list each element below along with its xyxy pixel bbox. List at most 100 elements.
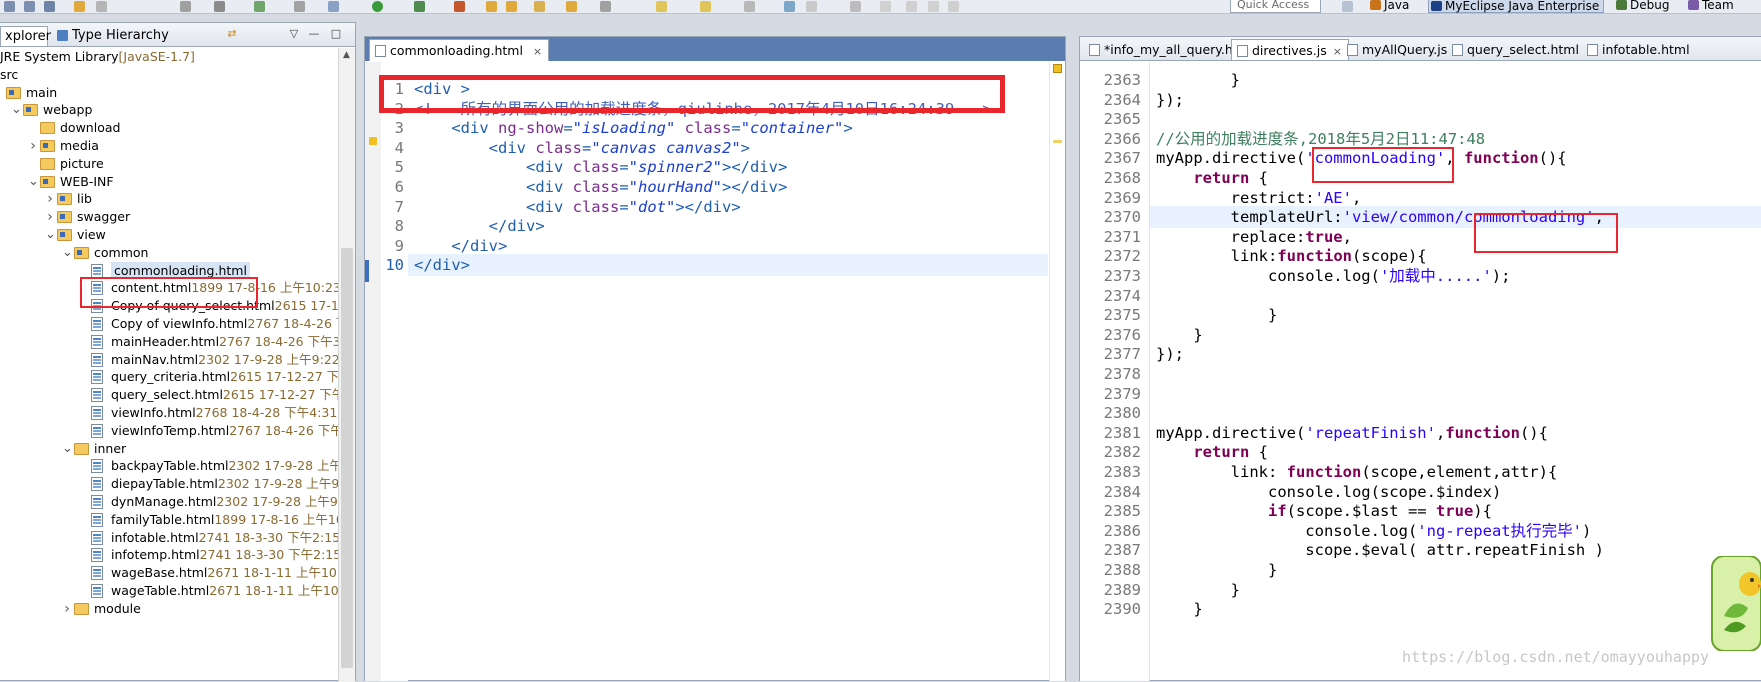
perspective-label: Team Syn [1702, 0, 1734, 13]
code-token: 'repeatFinish' [1305, 423, 1436, 442]
source-folder-icon [57, 229, 72, 241]
tab-commonloading-html[interactable]: commonloading.html × [369, 39, 550, 61]
html-file-icon [91, 388, 103, 403]
tree-scrollbar-thumb[interactable] [341, 248, 353, 668]
code-token: 'ng-repeat执行完毕' [1417, 521, 1582, 540]
collapsed-chevron-icon[interactable]: › [62, 599, 72, 619]
toolbar-icon[interactable] [506, 1, 517, 12]
toolbar-icon[interactable] [656, 1, 667, 12]
tab-type-hierarchy[interactable]: Type Hierarchy [54, 26, 173, 46]
scroll-up-icon[interactable]: ▲ [343, 50, 350, 60]
toolbar-icon[interactable] [744, 1, 755, 12]
code-token: </div> [414, 256, 470, 275]
toolbar-icon[interactable] [880, 1, 891, 12]
toolbar-icon[interactable] [700, 1, 711, 12]
link-editor-icon[interactable]: ⇄ [224, 27, 240, 41]
code-token: "dot" [628, 197, 676, 216]
editor1-tab-bar: commonloading.html × [365, 37, 1065, 61]
tab-label: commonloading.html [390, 43, 523, 58]
toolbar-icon[interactable] [254, 1, 265, 12]
tab-query-select-html[interactable]: query_select.html [1447, 39, 1585, 61]
toolbar-icon[interactable] [928, 1, 939, 12]
code-token: myApp.directive( [1156, 149, 1306, 168]
warning-icon [369, 137, 377, 145]
code-token: } [1156, 71, 1240, 89]
toolbar-icon[interactable] [294, 1, 305, 12]
tree-item[interactable]: › module [0, 599, 338, 619]
toolbar-icon[interactable] [486, 1, 497, 12]
toolbar-icon[interactable] [534, 1, 545, 12]
java-perspective-icon [1370, 0, 1381, 10]
view-menu-icon[interactable]: ▽ [286, 27, 302, 41]
code-token: ng-show [498, 119, 564, 138]
toolbar-icon[interactable] [4, 1, 15, 12]
toolbar-icon[interactable] [906, 1, 917, 12]
html-file-icon [91, 495, 103, 509]
toolbar-icon[interactable] [414, 1, 425, 12]
quick-access-input[interactable]: Quick Access [1230, 0, 1321, 13]
tree-item-name: inner [94, 440, 127, 456]
tab-label: myAllQuery.js [1362, 42, 1448, 57]
toolbar-icon[interactable] [24, 1, 35, 12]
toolbar-icon[interactable] [806, 1, 817, 12]
perspective-debug[interactable]: Debug [1614, 0, 1673, 13]
code-token: <div [414, 119, 498, 138]
code-token: <div [414, 178, 573, 196]
toolbar-icon[interactable] [784, 1, 795, 12]
toolbar-icon[interactable] [96, 1, 107, 12]
tab-infotable-html[interactable]: infotable.html [1582, 39, 1696, 61]
tree-item-meta: 2768 18-4-28 下午4:31 [195, 405, 338, 420]
code-token: }); [1156, 345, 1184, 364]
perspective-java[interactable]: Java [1368, 0, 1413, 13]
code-token: "isLoading" [572, 119, 676, 138]
toolbar-icon[interactable] [74, 1, 85, 12]
toolbar-icon[interactable] [566, 1, 577, 12]
close-tab-icon[interactable]: × [1333, 45, 1342, 58]
minimize-icon[interactable]: — [306, 27, 322, 41]
tree-item-name: viewInfo.html [111, 405, 196, 420]
toolbar-icon[interactable] [180, 1, 191, 12]
html-file-icon [91, 352, 103, 367]
type-hierarchy-icon [57, 30, 68, 41]
toolbar-icon[interactable] [214, 1, 225, 12]
tab-myallquery-js[interactable]: myAllQuery.js [1342, 39, 1453, 61]
tree-scrollbar[interactable]: ▲ [338, 48, 355, 682]
toolbar-icon[interactable] [372, 1, 383, 12]
perspective-team-sync[interactable]: Team Syn [1686, 0, 1761, 13]
code-token: "canvas canvas2" [591, 138, 741, 157]
overview-ruler [1049, 62, 1065, 681]
current-line-marker [365, 260, 369, 282]
html-file-icon [91, 459, 103, 474]
toolbar-icon[interactable] [328, 1, 339, 12]
toolbar-icon[interactable] [454, 1, 465, 12]
tree-item-name: wageTable.html [111, 583, 210, 598]
code-token: (){ [1519, 423, 1548, 442]
close-tab-icon[interactable]: × [533, 45, 542, 58]
code-token: , [1342, 227, 1352, 246]
toolbar-icon[interactable] [44, 1, 55, 12]
html-file-icon [91, 530, 103, 545]
maximize-icon[interactable]: □ [328, 27, 344, 41]
html-code-area[interactable]: <div > <!-- 所有的界面公用的加载进度条，qiulinhe，2017年4… [408, 62, 1048, 681]
toolbar-icon[interactable] [600, 1, 611, 12]
perspective-myeclipse[interactable]: MyEclipse Java Enterprise [1428, 0, 1605, 13]
code-token: link: [1156, 247, 1278, 266]
js-code-area[interactable]: }});//公用的加载进度条,2018年5月2日11:47:48 myApp.di… [1150, 62, 1761, 681]
open-perspective-icon[interactable] [1342, 1, 1353, 12]
toolbar-icon[interactable] [948, 1, 959, 12]
tree-item-meta: 2302 17-9-28 上午9: [217, 476, 338, 492]
code-token: templateUrl: [1156, 208, 1343, 227]
tree-item-meta: 2767 18-4-26 下午 [229, 422, 338, 438]
html-file-icon [91, 566, 103, 581]
tree-item-meta: 2302 17-9-28 上午 [228, 458, 338, 474]
tree-item-name: infotable.html [111, 529, 199, 545]
overview-marker [1053, 140, 1062, 143]
tab-directives-js[interactable]: directives.js × [1231, 39, 1349, 61]
code-token: = [619, 178, 629, 196]
tab-package-explorer[interactable]: xplorer [0, 26, 51, 46]
code-token: { [1249, 169, 1268, 187]
code-token: return [1193, 169, 1250, 187]
toolbar-icon[interactable] [850, 1, 861, 12]
tree-item-name: media [60, 138, 99, 153]
